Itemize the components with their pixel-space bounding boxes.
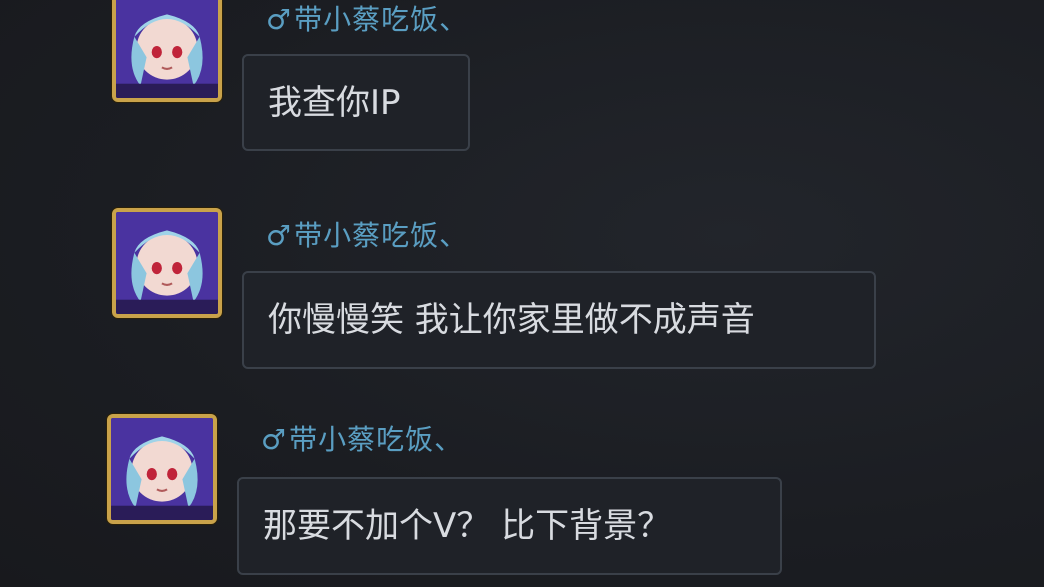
- male-gender-icon: ♂: [266, 3, 293, 36]
- avatar-portrait-icon: [116, 212, 218, 314]
- avatar-portrait-icon: [116, 0, 218, 98]
- message-text: 那要不加个V？ 比下背景？: [263, 506, 672, 546]
- avatar[interactable]: [112, 208, 222, 318]
- male-gender-icon: ♂: [261, 423, 288, 456]
- username[interactable]: ♂带小蔡吃饭、: [261, 418, 463, 458]
- avatar-portrait-icon: [111, 418, 213, 520]
- username[interactable]: ♂带小蔡吃饭、: [266, 214, 468, 254]
- username[interactable]: ♂带小蔡吃饭、: [266, 0, 468, 38]
- username-text: 带小蔡吃饭、: [289, 423, 464, 456]
- avatar[interactable]: [107, 414, 217, 524]
- message-text: 你慢慢笑 我让你家里做不成声音: [268, 300, 755, 340]
- male-gender-icon: ♂: [266, 219, 293, 252]
- username-text: 带小蔡吃饭、: [294, 3, 469, 36]
- username-text: 带小蔡吃饭、: [294, 219, 469, 252]
- message-bubble: 你慢慢笑 我让你家里做不成声音: [242, 271, 876, 369]
- chat-panel: ♂带小蔡吃饭、 我查你IP ♂带小蔡吃饭、 你慢慢笑 我让你家里做不成声音 ♂带…: [0, 0, 1044, 587]
- message-bubble: 我查你IP: [242, 54, 470, 151]
- message-bubble: 那要不加个V？ 比下背景？: [237, 477, 782, 575]
- message-text: 我查你IP: [268, 82, 401, 123]
- avatar[interactable]: [112, 0, 222, 102]
